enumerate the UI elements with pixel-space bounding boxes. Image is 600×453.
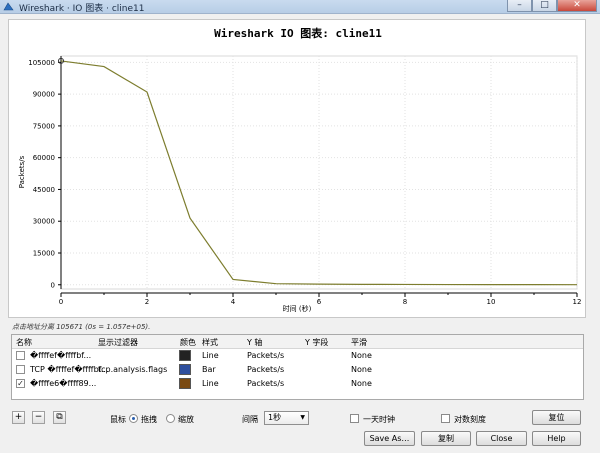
row-style[interactable]: Line	[202, 379, 219, 388]
interval-value: 1秒	[268, 413, 282, 422]
interval-label: 间隔	[242, 415, 258, 424]
y-tick-label: 60000	[33, 154, 55, 162]
header-y-axis: Y 轴	[247, 338, 263, 347]
header-y-field: Y 字段	[305, 338, 329, 347]
y-tick-label: 45000	[33, 186, 55, 194]
row-style[interactable]: Bar	[202, 365, 216, 374]
window-title: Wireshark · IO 图表 · cline11	[19, 4, 145, 14]
drag-radio[interactable]	[129, 414, 138, 423]
table-row[interactable]: TCP �ffffef�ffffbf... tcp.analysis.flags…	[12, 363, 583, 377]
header-smoothing: 平滑	[351, 338, 367, 347]
help-button[interactable]: Help	[532, 431, 581, 446]
y-tick-label: 90000	[33, 91, 55, 99]
y-tick-label: 15000	[33, 249, 55, 257]
header-name: 名称	[16, 338, 32, 347]
chevron-down-icon: ▼	[300, 414, 305, 421]
time-of-day-checkbox[interactable]	[350, 414, 359, 423]
interval-select[interactable]: 1秒 ▼	[264, 411, 309, 425]
row-smoothing[interactable]: None	[351, 379, 372, 388]
save-as-button[interactable]: Save As…	[364, 431, 415, 446]
add-graph-button[interactable]: +	[12, 411, 25, 424]
header-style: 样式	[202, 338, 218, 347]
maximize-button[interactable]: □	[532, 0, 557, 12]
header-filter: 显示过滤器	[98, 338, 138, 347]
color-swatch[interactable]	[179, 350, 191, 361]
enable-checkbox[interactable]: ✓	[16, 379, 25, 388]
row-y-axis[interactable]: Packets/s	[247, 351, 284, 360]
row-name[interactable]: TCP �ffffef�ffffbf...	[30, 365, 109, 374]
row-name[interactable]: �ffffe6�ffff89...	[30, 379, 96, 388]
copy-button[interactable]: 复制	[421, 431, 471, 446]
chart-series	[58, 57, 578, 286]
io-graph-chart[interactable]: Wireshark IO 图表: cline11 0 15000 30000 4500…	[8, 19, 586, 318]
row-name[interactable]: �ffffef�ffffbf...	[30, 351, 91, 360]
row-y-axis[interactable]: Packets/s	[247, 379, 284, 388]
table-row[interactable]: �ffffef�ffffbf... Line Packets/s None	[12, 349, 583, 363]
minimize-button[interactable]: –	[507, 0, 532, 12]
x-tick-label: 12	[573, 298, 582, 306]
title-bar: Wireshark · IO 图表 · cline11 – □ ✕	[0, 0, 600, 14]
y-tick-label: 105000	[28, 59, 55, 67]
chart-canvas[interactable]: Wireshark IO 图表: cline11 0 15000 30000 4500…	[9, 20, 587, 319]
close-button[interactable]: Close	[476, 431, 527, 446]
enable-checkbox[interactable]	[16, 351, 25, 360]
chart-title: Wireshark IO 图表: cline11	[214, 26, 382, 40]
copy-graph-button[interactable]: ⧉	[53, 411, 66, 424]
y-axis-label: Packets/s	[18, 155, 26, 188]
color-swatch[interactable]	[179, 378, 191, 389]
x-tick-label: 2	[145, 298, 149, 306]
log-scale-checkbox[interactable]	[441, 414, 450, 423]
x-axis-label: 时间 (秒)	[283, 304, 312, 313]
row-smoothing[interactable]: None	[351, 351, 372, 360]
color-swatch[interactable]	[179, 364, 191, 375]
drag-label[interactable]: 拖拽	[141, 414, 157, 425]
chart-axes: 0 15000 30000 45000 60000 75000 90000 105000 0 2 4…	[28, 56, 581, 306]
table-row[interactable]: ✓ �ffffe6�ffff89... Line Packets/s None	[12, 377, 583, 391]
status-hint: 点击地址分离 105671 (0s = 1.057e+05).	[12, 323, 151, 331]
wireshark-icon	[3, 2, 14, 11]
remove-graph-button[interactable]: −	[32, 411, 45, 424]
x-tick-label: 6	[317, 298, 322, 306]
enable-checkbox[interactable]	[16, 365, 25, 374]
x-tick-label: 8	[403, 298, 407, 306]
time-of-day-label[interactable]: 一天时钟	[363, 414, 395, 425]
log-scale-label[interactable]: 对数刻度	[454, 414, 486, 425]
chart-grid	[60, 55, 578, 290]
close-window-button[interactable]: ✕	[557, 0, 597, 12]
y-tick-label: 30000	[33, 218, 55, 226]
mouse-label: 鼠标	[110, 415, 126, 424]
y-tick-label: 0	[51, 281, 55, 289]
graph-table: 名称 显示过滤器 颜色 样式 Y 轴 Y 字段 平滑 �ffffef�ffffb…	[11, 334, 584, 400]
x-tick-label: 4	[231, 298, 236, 306]
x-tick-label: 0	[59, 298, 63, 306]
reset-button[interactable]: 复位	[532, 410, 581, 425]
row-style[interactable]: Line	[202, 351, 219, 360]
y-tick-label: 75000	[33, 122, 55, 130]
table-header: 名称 显示过滤器 颜色 样式 Y 轴 Y 字段 平滑	[12, 335, 583, 349]
zoom-label[interactable]: 缩放	[178, 414, 194, 425]
row-filter[interactable]: tcp.analysis.flags	[98, 365, 167, 374]
header-color: 颜色	[180, 338, 196, 347]
row-smoothing[interactable]: None	[351, 365, 372, 374]
row-y-axis[interactable]: Packets/s	[247, 365, 284, 374]
x-tick-label: 10	[487, 298, 496, 306]
zoom-radio[interactable]	[166, 414, 175, 423]
